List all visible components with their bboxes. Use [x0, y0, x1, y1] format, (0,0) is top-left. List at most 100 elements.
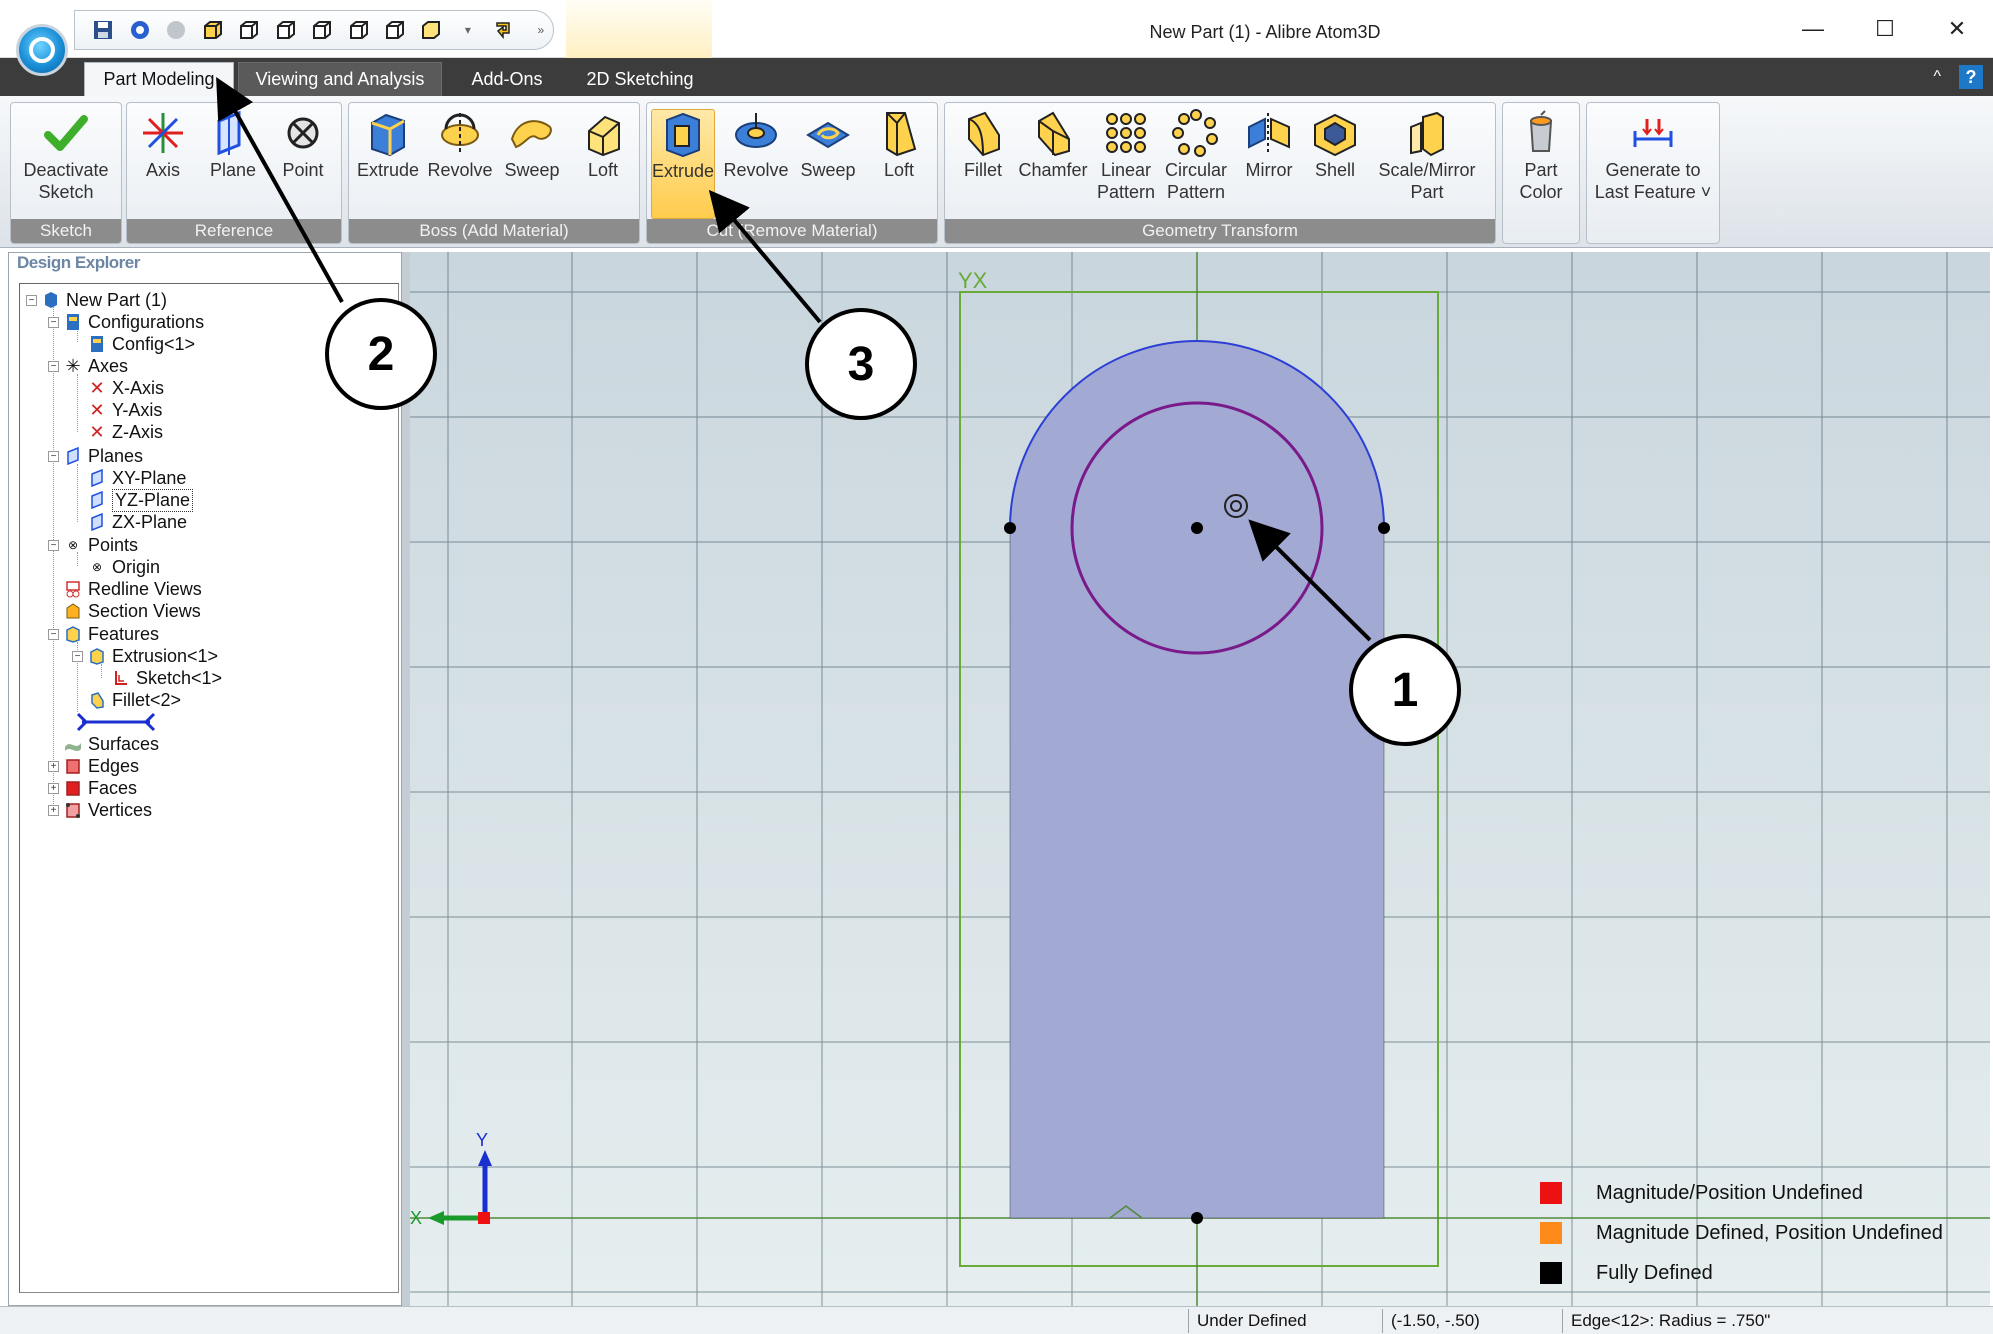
axis-button[interactable]: Axis — [135, 109, 191, 181]
y-axis-label: Y-Axis — [112, 399, 163, 420]
paint-bucket-icon — [1517, 109, 1565, 157]
group-generate: Generate to Last Feature ˅ — [1586, 102, 1720, 244]
tab-2d-sketching[interactable]: 2D Sketching — [570, 62, 710, 96]
linear-pattern-button[interactable]: Linear Pattern — [1093, 109, 1159, 203]
x-axis-label: X-Axis — [112, 377, 165, 398]
expander-vertices[interactable]: + — [48, 805, 59, 816]
legend-item: Fully Defined — [1540, 1258, 1713, 1288]
origin-icon: ⊗ — [91, 560, 103, 574]
tree-extrusion1[interactable]: Extrusion<1> — [88, 644, 218, 668]
loft-icon — [579, 109, 627, 157]
tree-features[interactable]: Features — [64, 622, 159, 646]
fillet-button[interactable]: Fillet — [955, 109, 1011, 181]
expander-extrusion1[interactable]: − — [72, 651, 83, 662]
expander-configurations[interactable]: − — [48, 317, 59, 328]
cut-loft-button[interactable]: Loft — [869, 109, 929, 181]
section-views-label: Section Views — [88, 600, 201, 621]
cut-extrude-button[interactable]: Extrude — [651, 109, 715, 219]
cut-sweep-button[interactable]: Sweep — [795, 109, 861, 181]
boss-loft-button[interactable]: Loft — [573, 109, 633, 181]
tree-sketch1[interactable]: Sketch<1> — [112, 666, 222, 690]
sketch-icon — [112, 669, 130, 687]
tree-vertices[interactable]: Vertices — [64, 798, 152, 822]
help-icon[interactable]: ? — [1959, 65, 1983, 89]
vertices-icon — [64, 801, 82, 819]
rollback-marker[interactable] — [76, 712, 156, 732]
status-selection: Edge<12>: Radius = .750" — [1562, 1309, 1990, 1333]
expander-axes[interactable]: − — [48, 361, 59, 372]
tree-surfaces[interactable]: Surfaces — [64, 732, 159, 756]
expander-edges[interactable]: + — [48, 761, 59, 772]
plane-button[interactable]: Plane — [203, 109, 263, 181]
center-point[interactable] — [1191, 522, 1203, 534]
close-button[interactable]: ✕ — [1921, 6, 1993, 52]
status-constraint-state: Under Defined — [1188, 1309, 1378, 1333]
expander-root[interactable]: − — [26, 295, 37, 306]
maximize-button[interactable]: ☐ — [1849, 6, 1921, 52]
minimize-button[interactable]: — — [1777, 6, 1849, 52]
panel-splitter[interactable] — [402, 252, 410, 1306]
generate-to-last-feature-button[interactable]: Generate to Last Feature ˅ — [1591, 109, 1715, 203]
group-reference: Axis Plane Point Reference — [126, 102, 342, 244]
tab-part-modeling[interactable]: Part Modeling — [84, 62, 234, 96]
tree-edges[interactable]: Edges — [64, 754, 139, 778]
boss-loft-label: Loft — [587, 160, 619, 180]
application-menu-button[interactable] — [16, 24, 68, 76]
tab-viewing-and-analysis[interactable]: Viewing and Analysis — [238, 62, 442, 96]
plane-label: Plane — [209, 160, 257, 180]
sketch-viewport[interactable]: YX Y X Magnitude/Position Undefined Magn… — [410, 252, 1990, 1306]
tree-redline-views[interactable]: Redline Views — [64, 577, 202, 601]
planes-label: Planes — [88, 445, 144, 466]
tree-axes[interactable]: ✳ Axes — [64, 354, 128, 378]
tree-yz-plane[interactable]: YZ-Plane — [88, 488, 194, 512]
axes-label: Axes — [88, 355, 129, 376]
expander-planes[interactable]: − — [48, 451, 59, 462]
chamfer-button[interactable]: Chamfer — [1015, 109, 1091, 181]
tree-faces[interactable]: Faces — [64, 776, 137, 800]
circular-pattern-button[interactable]: Circular Pattern — [1161, 109, 1231, 203]
arc-start-point[interactable] — [1004, 522, 1016, 534]
expander-faces[interactable]: + — [48, 783, 59, 794]
tree-planes[interactable]: Planes — [64, 444, 143, 468]
boss-sweep-button[interactable]: Sweep — [499, 109, 565, 181]
tree-xy-plane[interactable]: XY-Plane — [88, 466, 186, 490]
scale-mirror-part-button[interactable]: Scale/Mirror Part — [1369, 109, 1485, 203]
expander-points[interactable]: − — [48, 540, 59, 551]
tab-add-ons[interactable]: Add-Ons — [452, 62, 562, 96]
tree-x-axis[interactable]: ✕ X-Axis — [88, 376, 164, 400]
origin-label: Origin — [112, 556, 161, 577]
boss-extrude-button[interactable]: Extrude — [355, 109, 421, 181]
tree-root-part[interactable]: New Part (1) — [42, 288, 167, 312]
tree-config1[interactable]: Config<1> — [88, 332, 195, 356]
shell-button[interactable]: Shell — [1305, 109, 1365, 181]
sketch-canvas[interactable]: YX Y X — [410, 252, 1990, 1306]
tree-z-axis[interactable]: ✕ Z-Axis — [88, 420, 163, 444]
point-button[interactable]: Point — [273, 109, 333, 181]
cut-revolve-button[interactable]: Revolve — [721, 109, 791, 181]
deactivate-sketch-button[interactable]: Deactivate Sketch — [15, 109, 117, 203]
mirror-icon — [1245, 109, 1293, 157]
mirror-button[interactable]: Mirror — [1237, 109, 1301, 181]
callout-1: 1 — [1349, 634, 1461, 746]
tree-zx-plane[interactable]: ZX-Plane — [88, 510, 187, 534]
tree-section-views[interactable]: Section Views — [64, 599, 201, 623]
expander-features[interactable]: − — [48, 629, 59, 640]
tree-fillet2[interactable]: Fillet<2> — [88, 688, 181, 712]
boss-revolve-button[interactable]: Revolve — [425, 109, 495, 181]
origin-point[interactable] — [1191, 1212, 1203, 1224]
ribbon-collapse-icon[interactable]: ^ — [1933, 68, 1941, 86]
tree-points[interactable]: ⊗ Points — [64, 533, 138, 557]
group-boss: Extrude Revolve Sweep Loft Boss (Add Mat… — [348, 102, 640, 244]
tree-y-axis[interactable]: ✕ Y-Axis — [88, 398, 162, 422]
part-color-button[interactable]: Part Color — [1509, 109, 1573, 203]
legend-swatch-black — [1540, 1262, 1562, 1284]
tree-origin[interactable]: ⊗ Origin — [88, 555, 160, 579]
tree-configurations[interactable]: Configurations — [64, 310, 204, 334]
config1-label: Config<1> — [112, 333, 196, 354]
surfaces-label: Surfaces — [88, 733, 160, 754]
arc-end-point[interactable] — [1378, 522, 1390, 534]
group-label-sketch: Sketch — [11, 219, 121, 243]
scale-mirror-part-label: Scale/Mirror Part — [1378, 160, 1476, 202]
sketch-profile-region[interactable] — [1010, 341, 1384, 1218]
checkmark-icon — [42, 109, 90, 157]
